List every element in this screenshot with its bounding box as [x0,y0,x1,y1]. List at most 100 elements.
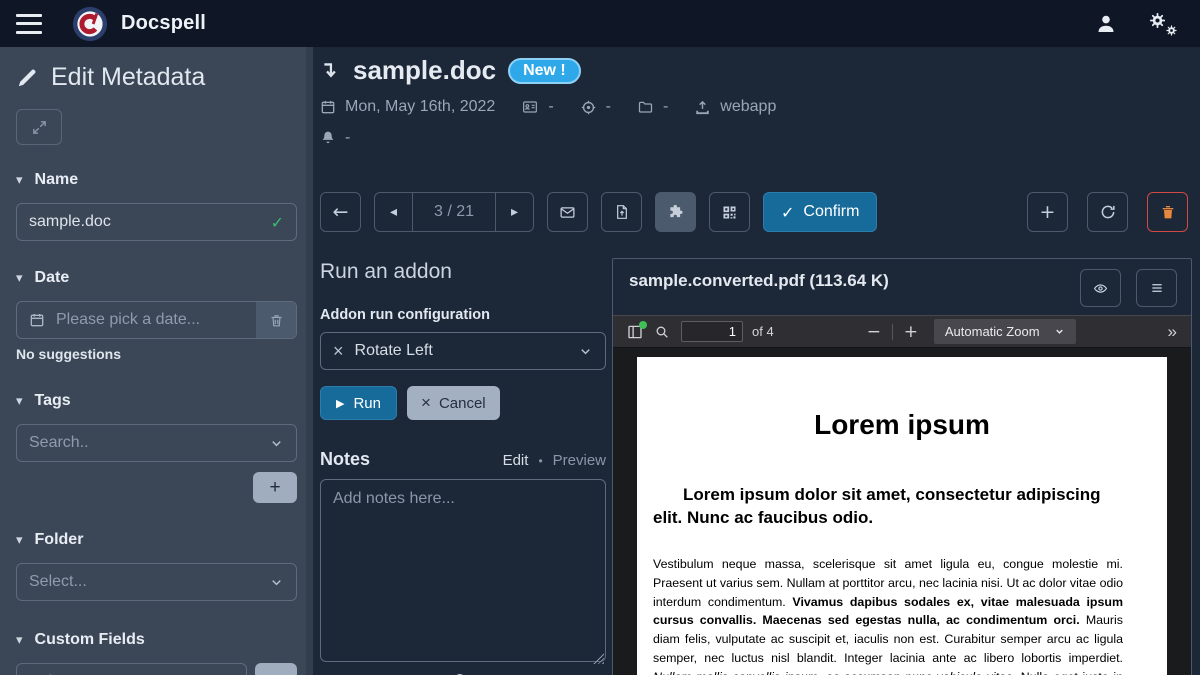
addons-button[interactable] [655,192,696,232]
custom-field-select[interactable]: Select... [16,663,247,675]
item-pager: ◂ 3 / 21 ▸ [374,192,534,232]
preview-eye-button[interactable] [1080,269,1121,307]
sidebar-title: Edit Metadata [51,63,205,92]
app-logo [72,6,108,42]
name-field: ✓ [16,203,297,241]
section-folder[interactable]: ▾ Folder [16,531,297,549]
date-field [16,301,297,339]
valid-check-icon: ✓ [271,213,284,232]
concerning-value[interactable]: - [606,98,611,116]
section-custom-fields-label: Custom Fields [35,631,145,649]
cancel-label: Cancel [439,395,486,412]
confirm-label: Confirm [803,203,859,221]
date-input[interactable] [56,311,246,329]
section-date[interactable]: ▾ Date [16,269,297,287]
correspondent-icon [521,99,539,115]
tags-placeholder: Search.. [29,434,89,452]
toolbar-divider [892,324,893,340]
date-suggestions-hint: No suggestions [16,346,297,362]
addon-config-select[interactable]: × Rotate Left [320,332,606,370]
document-title: Lorem ipsum [681,409,1123,441]
item-header: sample.doc New ! Mon, May 16th, 2022 - -… [320,55,880,147]
section-tags[interactable]: ▾ Tags [16,392,297,410]
chevron-down-icon [269,575,284,590]
item-title: sample.doc [353,55,496,86]
caret-down-icon: ▾ [16,633,23,648]
run-addon-button[interactable]: ▶ Run [320,386,397,420]
section-date-label: Date [35,269,70,287]
next-item-button[interactable]: ▸ [496,193,533,231]
new-badge[interactable]: New ! [508,58,581,84]
cancel-addon-button[interactable]: × Cancel [407,386,500,420]
zoom-select[interactable]: Automatic Zoom [934,319,1076,344]
source-value: webapp [720,98,776,116]
chevron-down-icon [269,436,284,451]
prev-item-button[interactable]: ◂ [375,193,412,231]
folder-value[interactable]: - [663,98,668,116]
reprocess-button[interactable] [1087,192,1128,232]
section-folder-label: Folder [35,531,84,549]
qr-code-button[interactable] [709,192,750,232]
correspondent-value[interactable]: - [548,98,553,116]
notes-textarea[interactable] [320,479,606,662]
notes-tab-separator: • [538,454,542,468]
folder-icon [637,99,654,115]
pencil-icon [16,66,39,89]
name-input[interactable] [29,213,271,231]
folder-placeholder: Select... [29,573,87,591]
level-down-icon [320,59,341,83]
clear-selection-icon[interactable]: × [333,341,344,362]
section-tags-label: Tags [35,392,71,410]
due-date-bell-icon [320,130,336,146]
addon-config-label: Addon run configuration [320,307,606,323]
menu-icon[interactable] [16,14,42,34]
new-item-button[interactable]: + [1027,192,1068,232]
add-files-button[interactable] [601,192,642,232]
back-button[interactable]: ← [320,192,361,232]
attachment-panel: sample.converted.pdf (113.64 K) of 4 − +… [612,258,1192,675]
loaded-indicator-dot [639,321,647,329]
send-mail-button[interactable] [547,192,588,232]
expand-metadata-button[interactable] [16,109,62,145]
folder-select[interactable]: Select... [16,563,297,601]
add-tag-button[interactable]: + [253,472,297,503]
zoom-in-button[interactable]: + [898,322,924,342]
pdf-tools-expand-button[interactable]: » [1168,322,1177,342]
zoom-out-button[interactable]: − [861,322,887,342]
close-icon: × [421,393,431,413]
play-icon: ▶ [336,397,344,410]
clear-date-button[interactable] [256,302,296,338]
caret-down-icon: ▾ [16,533,23,548]
due-date-value[interactable]: - [345,129,350,147]
notes-preview-tab[interactable]: Preview [553,452,606,469]
caret-down-icon: ▾ [16,271,23,286]
item-toolbar: ← ◂ 3 / 21 ▸ ✓ Confirm + [320,192,1188,232]
pdf-search-button[interactable] [648,319,675,345]
source-upload-icon [694,99,711,116]
calendar-icon [29,312,45,328]
notes-heading: Notes [320,449,370,470]
notes-edit-tab[interactable]: Edit [503,452,529,469]
attachment-menu-button[interactable] [1136,269,1177,307]
app-title: Docspell [121,12,206,35]
user-icon[interactable] [1094,12,1118,36]
tags-select[interactable]: Search.. [16,424,297,462]
pdf-sidebar-toggle-button[interactable] [621,319,648,345]
confirm-button[interactable]: ✓ Confirm [763,192,877,232]
pdf-viewer[interactable]: Lorem ipsum Lorem ipsum dolor sit amet, … [613,348,1191,675]
document-body: Vestibulum neque massa, scelerisque sit … [653,555,1123,675]
section-name-label: Name [35,171,79,189]
settings-gears-icon[interactable] [1148,11,1178,37]
delete-item-button[interactable] [1147,192,1188,232]
section-name[interactable]: ▾ Name [16,171,297,189]
section-custom-fields[interactable]: ▾ Custom Fields [16,631,297,649]
pdf-page-input[interactable] [681,321,743,342]
addon-heading: Run an addon [320,260,606,284]
caret-down-icon: ▾ [16,394,23,409]
add-custom-field-button[interactable]: + [255,663,297,675]
document-intro: Lorem ipsum dolor sit amet, consectetur … [653,484,1123,530]
pager-position: 3 / 21 [412,193,496,231]
item-date[interactable]: Mon, May 16th, 2022 [345,98,495,116]
run-label: Run [353,395,381,412]
concerning-icon [580,99,597,116]
